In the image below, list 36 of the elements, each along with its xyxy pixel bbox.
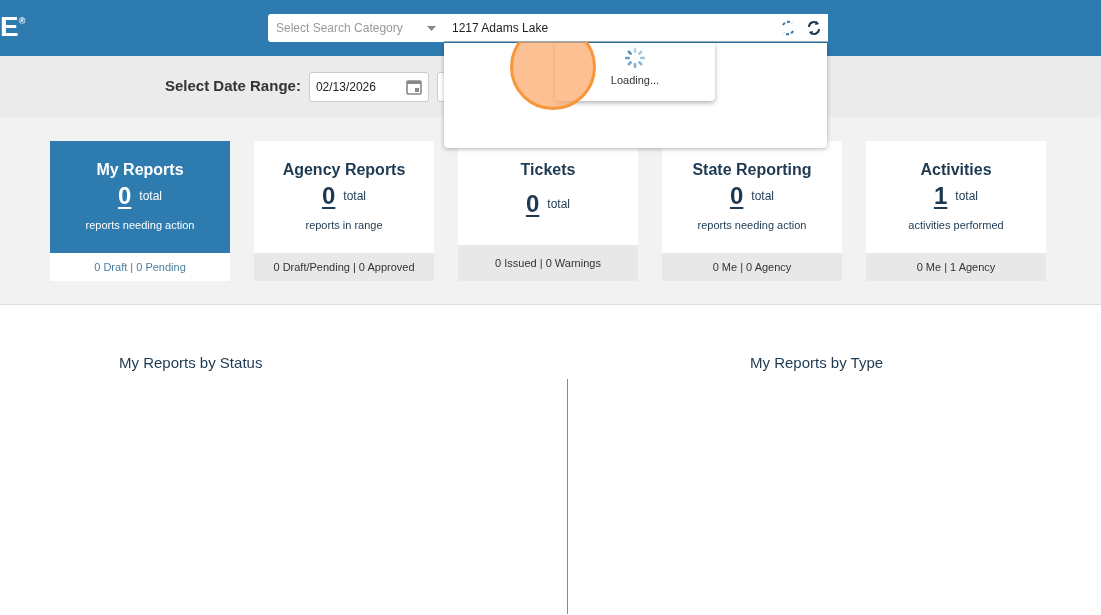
card-footer: 0 Me | 1 Agency: [866, 253, 1046, 281]
chart-title: My Reports by Status: [119, 354, 263, 371]
calendar-icon[interactable]: [405, 78, 422, 95]
total-label: total: [751, 188, 774, 205]
card-subtitle: reports needing action: [85, 218, 195, 233]
total-label: total: [139, 188, 162, 205]
card-title: Tickets: [520, 160, 576, 180]
count-link[interactable]: 1: [933, 181, 948, 211]
logo: E$^{®}$: [0, 10, 26, 44]
spinner-icon: [624, 47, 646, 69]
card-title: Activities: [920, 160, 992, 180]
start-date-field[interactable]: 02/13/2026: [308, 71, 429, 102]
count-link[interactable]: 0: [117, 181, 132, 211]
card-footer: 0 Me | 0 Agency: [662, 253, 842, 281]
card-title: Agency Reports: [282, 160, 406, 180]
count-link[interactable]: 0: [729, 181, 744, 211]
card-title: My Reports: [96, 160, 184, 180]
caret-icon: [427, 25, 436, 31]
total-label: total: [955, 188, 978, 205]
count-link[interactable]: 0: [525, 189, 540, 219]
card-footer: 0 Issued | 0 Warnings: [458, 245, 638, 281]
card-footer: 0 Draft/Pending | 0 Approved: [254, 253, 434, 281]
refresh-icon[interactable]: [806, 19, 822, 36]
chart-title: My Reports by Type: [750, 354, 884, 371]
total-label: total: [343, 188, 366, 205]
loading-text: Loading...: [610, 73, 660, 88]
card-subtitle: reports needing action: [697, 218, 807, 233]
card-subtitle: activities performed: [908, 218, 1004, 233]
count-link[interactable]: 0: [321, 181, 336, 211]
total-label: total: [547, 196, 570, 213]
search-field[interactable]: 1217 Adams Lake: [444, 14, 828, 42]
summary-card[interactable]: My Reports 0 total reports needing action: [50, 141, 230, 253]
spinner-icon: [780, 19, 796, 36]
card-title: State Reporting: [692, 160, 812, 180]
date-range-label: Select Date Range:: [165, 76, 301, 97]
card-subtitle: reports in range: [305, 218, 383, 233]
